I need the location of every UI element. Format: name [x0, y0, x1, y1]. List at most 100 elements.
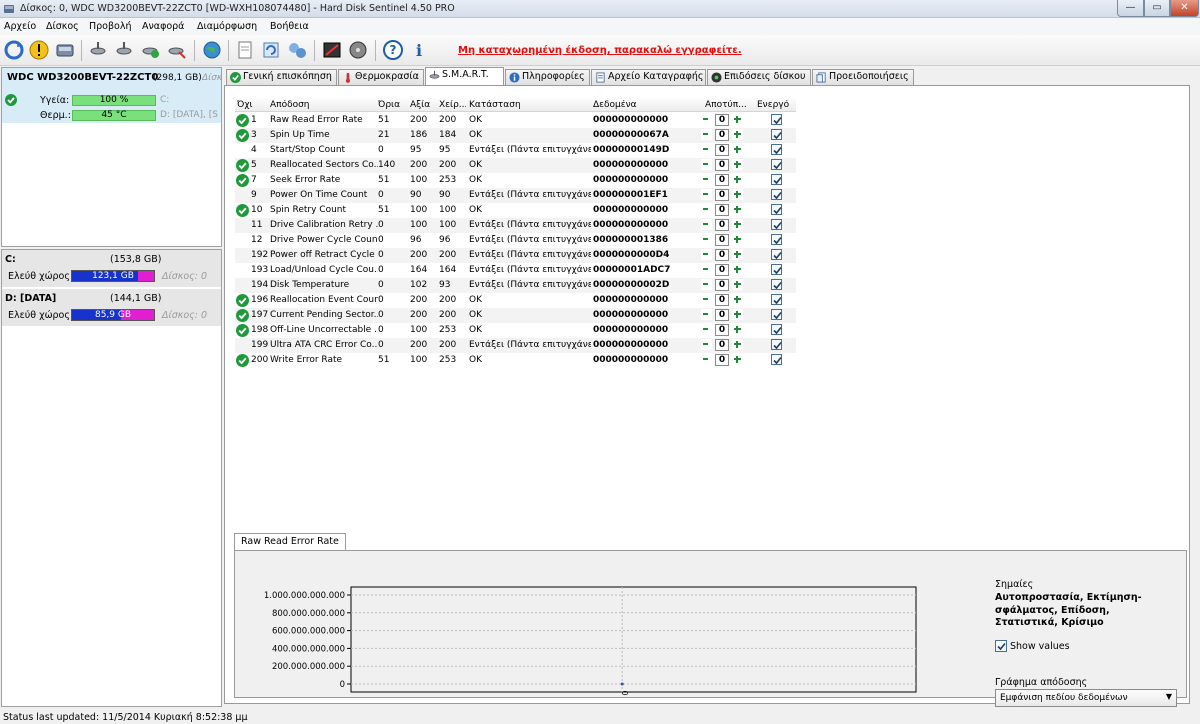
increment-button[interactable] — [732, 249, 743, 260]
offset-value[interactable]: 0 — [715, 129, 729, 141]
table-row[interactable]: 196 Reallocation Event Count 0 200 200 OK 0000… — [235, 293, 796, 308]
offset-value[interactable]: 0 — [715, 354, 729, 366]
table-row[interactable]: 199 Ultra ATA CRC Error Co... 0 200 200 Εντάξ… — [235, 338, 796, 353]
active-checkbox[interactable] — [771, 324, 782, 335]
partition-item-c[interactable]: C: (153,8 GB) Ελεύθ χώρος 123,1 GB Δίσκο… — [2, 250, 221, 288]
increment-button[interactable] — [732, 234, 743, 245]
offset-value[interactable]: 0 — [715, 219, 729, 231]
active-checkbox[interactable] — [771, 174, 782, 185]
decrement-button[interactable] — [701, 174, 712, 185]
offset-value[interactable]: 0 — [715, 114, 729, 126]
active-checkbox[interactable] — [771, 204, 782, 215]
globe-icon[interactable] — [201, 39, 223, 61]
warning-icon[interactable] — [28, 39, 50, 61]
offset-value[interactable]: 0 — [715, 309, 729, 321]
active-checkbox[interactable] — [771, 129, 782, 140]
table-row[interactable]: 11 Drive Calibration Retry ... 0 100 100 Εντά… — [235, 218, 796, 233]
disk-item[interactable]: WDC WD3200BEVT-22ZCT0 (298,1 GB) Δίσκος … — [2, 68, 221, 123]
increment-button[interactable] — [732, 264, 743, 275]
decrement-button[interactable] — [701, 339, 712, 350]
increment-button[interactable] — [732, 144, 743, 155]
table-row[interactable]: 4 Start/Stop Count 0 95 95 Εντάξει (Πάντα επι… — [235, 143, 796, 158]
decrement-button[interactable] — [701, 354, 712, 365]
active-checkbox[interactable] — [771, 354, 782, 365]
decrement-button[interactable] — [701, 144, 712, 155]
table-row[interactable]: 5 Reallocated Sectors Co... 140 200 200 OK 000… — [235, 158, 796, 173]
offset-value[interactable]: 0 — [715, 324, 729, 336]
active-checkbox[interactable] — [771, 144, 782, 155]
decrement-button[interactable] — [701, 324, 712, 335]
tab-performance[interactable]: Επιδόσεις δίσκου — [707, 69, 811, 85]
table-row[interactable]: 3 Spin Up Time 21 186 184 OK 00000000067A 0 — [235, 128, 796, 143]
column-header[interactable]: Αποτύπ... — [705, 100, 749, 110]
menu-configuration[interactable]: Διαμόρφωση — [197, 21, 257, 32]
increment-button[interactable] — [732, 189, 743, 200]
offset-value[interactable]: 0 — [715, 279, 729, 291]
decrement-button[interactable] — [701, 234, 712, 245]
increment-button[interactable] — [732, 129, 743, 140]
offset-value[interactable]: 0 — [715, 249, 729, 261]
network-icon[interactable] — [286, 39, 308, 61]
active-checkbox[interactable] — [771, 219, 782, 230]
offset-value[interactable]: 0 — [715, 294, 729, 306]
active-checkbox[interactable] — [771, 159, 782, 170]
table-row[interactable]: 194 Disk Temperature 0 102 93 Εντάξει (Πάντα … — [235, 278, 796, 293]
table-row[interactable]: 193 Load/Unload Cycle Cou... 0 164 164 Εντάξε… — [235, 263, 796, 278]
column-header[interactable]: Κατάσταση — [469, 100, 589, 110]
active-checkbox[interactable] — [771, 234, 782, 245]
increment-button[interactable] — [732, 279, 743, 290]
decrement-button[interactable] — [701, 309, 712, 320]
menu-view[interactable]: Προβολή — [89, 21, 132, 32]
tab-log[interactable]: Αρχείο Καταγραφής — [591, 69, 706, 85]
offset-value[interactable]: 0 — [715, 234, 729, 246]
increment-button[interactable] — [732, 354, 743, 365]
column-header[interactable]: Αξία — [410, 100, 434, 110]
tab-information[interactable]: Πληροφορίες — [505, 69, 590, 85]
increment-button[interactable] — [732, 159, 743, 170]
performance-select[interactable]: Εμφάνιση πεδίου δεδομένων ▼ — [995, 689, 1177, 707]
refresh-icon[interactable] — [3, 39, 25, 61]
increment-button[interactable] — [732, 294, 743, 305]
decrement-button[interactable] — [701, 294, 712, 305]
show-values-label[interactable]: Show values — [1010, 641, 1070, 652]
offset-value[interactable]: 0 — [715, 144, 729, 156]
active-checkbox[interactable] — [771, 249, 782, 260]
increment-button[interactable] — [732, 309, 743, 320]
increment-button[interactable] — [732, 204, 743, 215]
offset-value[interactable]: 0 — [715, 174, 729, 186]
offset-value[interactable]: 0 — [715, 339, 729, 351]
help-icon[interactable]: ? — [382, 39, 404, 61]
menu-help[interactable]: Βοήθεια — [270, 21, 309, 32]
disk-test-icon[interactable] — [347, 39, 369, 61]
satellite-check-icon[interactable] — [140, 39, 162, 61]
decrement-button[interactable] — [701, 219, 712, 230]
active-checkbox[interactable] — [771, 189, 782, 200]
column-header[interactable]: Απόδοση — [270, 100, 375, 110]
offset-value[interactable]: 0 — [715, 264, 729, 276]
tab-attribute-chart[interactable]: Raw Read Error Rate — [234, 533, 346, 551]
table-row[interactable]: 197 Current Pending Sector... 0 200 200 OK 000… — [235, 308, 796, 323]
close-button[interactable]: ✕ — [1170, 0, 1199, 17]
maximize-button[interactable]: ▭ — [1144, 0, 1170, 17]
partition-item-d[interactable]: D: [DATA] (144,1 GB) Ελεύθ χώρος 85,9 GB… — [2, 289, 221, 327]
offset-value[interactable]: 0 — [715, 204, 729, 216]
increment-button[interactable] — [732, 339, 743, 350]
increment-button[interactable] — [732, 114, 743, 125]
increment-button[interactable] — [732, 219, 743, 230]
column-header[interactable]: Ενεργό — [757, 100, 795, 110]
info-icon[interactable]: i — [408, 39, 430, 61]
column-header[interactable]: Όρια — [378, 100, 406, 110]
table-row[interactable]: 200 Write Error Rate 51 100 253 OK 00000000000… — [235, 353, 796, 368]
surface-test-icon[interactable] — [321, 39, 343, 61]
menu-file[interactable]: Αρχείο — [4, 21, 36, 32]
column-header[interactable]: Όχι. — [237, 100, 253, 110]
decrement-button[interactable] — [701, 114, 712, 125]
menu-disk[interactable]: Δίσκος — [46, 21, 79, 32]
table-row[interactable]: 9 Power On Time Count 0 90 90 Εντάξει (Πάντα … — [235, 188, 796, 203]
table-row[interactable]: 12 Drive Power Cycle Count 0 96 96 Εντάξει (Π… — [235, 233, 796, 248]
decrement-button[interactable] — [701, 159, 712, 170]
column-header[interactable]: Χείρ... — [439, 100, 466, 110]
backup-icon[interactable] — [260, 39, 282, 61]
disk-info-icon[interactable] — [54, 39, 76, 61]
minimize-button[interactable]: — — [1117, 0, 1144, 17]
